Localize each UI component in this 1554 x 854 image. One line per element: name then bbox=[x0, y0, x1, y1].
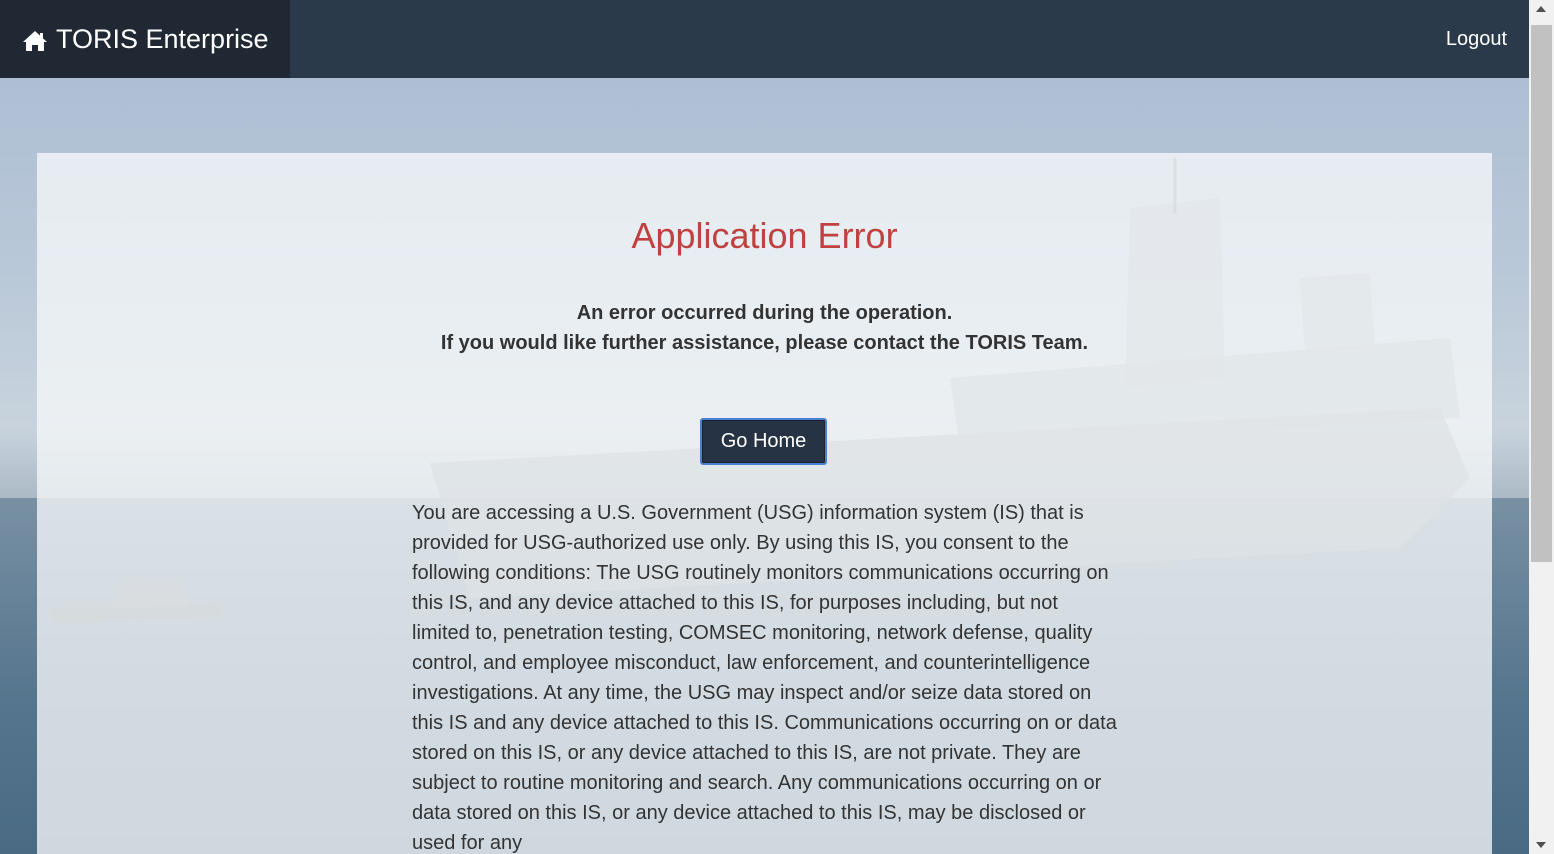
brand-label: TORIS Enterprise bbox=[56, 23, 269, 54]
scroll-thumb[interactable] bbox=[1531, 25, 1552, 562]
error-message-line1: An error occurred during the operation. bbox=[576, 302, 953, 324]
page-title: Application Error bbox=[631, 215, 898, 256]
top-navbar: TORIS Enterprise Logout bbox=[0, 0, 1529, 78]
scroll-up-arrow-icon[interactable] bbox=[1536, 6, 1546, 12]
logout-link[interactable]: Logout bbox=[1446, 0, 1507, 78]
error-message-line2: If you would like further assistance, pl… bbox=[440, 332, 1089, 354]
scroll-down-arrow-icon[interactable] bbox=[1536, 842, 1546, 848]
error-message: An error occurred during the operation. … bbox=[37, 298, 1492, 358]
page-scrollbar[interactable] bbox=[1529, 0, 1554, 854]
brand-home-link[interactable]: TORIS Enterprise bbox=[0, 0, 290, 78]
go-home-button[interactable]: Go Home bbox=[700, 418, 827, 465]
home-icon bbox=[22, 28, 48, 51]
usg-notice-text: You are accessing a U.S. Government (USG… bbox=[412, 502, 1117, 854]
content-panel: Application Error An error occurred duri… bbox=[37, 153, 1492, 854]
